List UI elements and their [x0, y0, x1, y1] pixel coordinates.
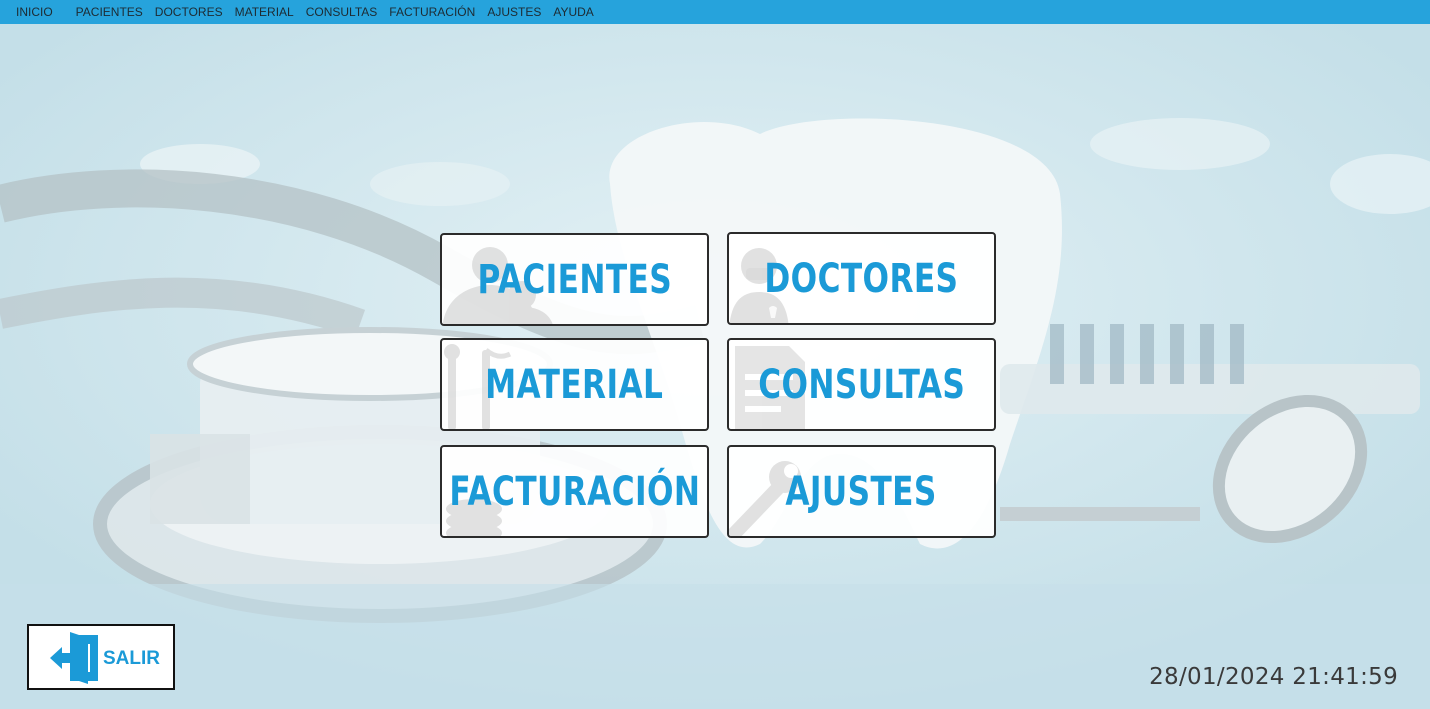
tile-material[interactable]: MATERIAL: [440, 338, 709, 431]
menu-item-ayuda[interactable]: AYUDA: [547, 5, 599, 19]
dental-background-illustration: [0, 24, 1430, 709]
menu-item-doctores[interactable]: DOCTORES: [149, 5, 229, 19]
exit-button-label: SALIR: [103, 648, 160, 669]
background-image: [0, 24, 1430, 709]
tile-ajustes[interactable]: AJUSTES: [727, 445, 996, 538]
menu-item-facturacion[interactable]: FACTURACIÓN: [383, 5, 481, 19]
menu-item-material[interactable]: MATERIAL: [229, 5, 300, 19]
exit-door-icon: [50, 632, 98, 684]
tile-pacientes[interactable]: PACIENTES: [440, 233, 709, 326]
tile-label: MATERIAL: [485, 361, 664, 408]
menu-item-inicio[interactable]: INICIO: [0, 5, 59, 19]
menu-item-consultas[interactable]: CONSULTAS: [300, 5, 384, 19]
datetime-display: 28/01/2024 21:41:59: [1149, 664, 1398, 690]
tile-label: CONSULTAS: [757, 361, 966, 408]
tile-consultas[interactable]: CONSULTAS: [727, 338, 996, 431]
tile-label: AJUSTES: [785, 468, 938, 515]
tile-facturacion[interactable]: FACTURACIÓN: [440, 445, 709, 538]
tile-label: PACIENTES: [477, 256, 672, 303]
menu-bar: INICIO PACIENTES DOCTORES MATERIAL CONSU…: [0, 0, 1430, 24]
tile-label: FACTURACIÓN: [449, 468, 701, 515]
menu-item-ajustes[interactable]: AJUSTES: [481, 5, 547, 19]
tile-label: DOCTORES: [764, 255, 959, 302]
tile-doctores[interactable]: DOCTORES: [727, 232, 996, 325]
menu-item-pacientes[interactable]: PACIENTES: [70, 5, 149, 19]
exit-button[interactable]: SALIR: [27, 624, 175, 690]
